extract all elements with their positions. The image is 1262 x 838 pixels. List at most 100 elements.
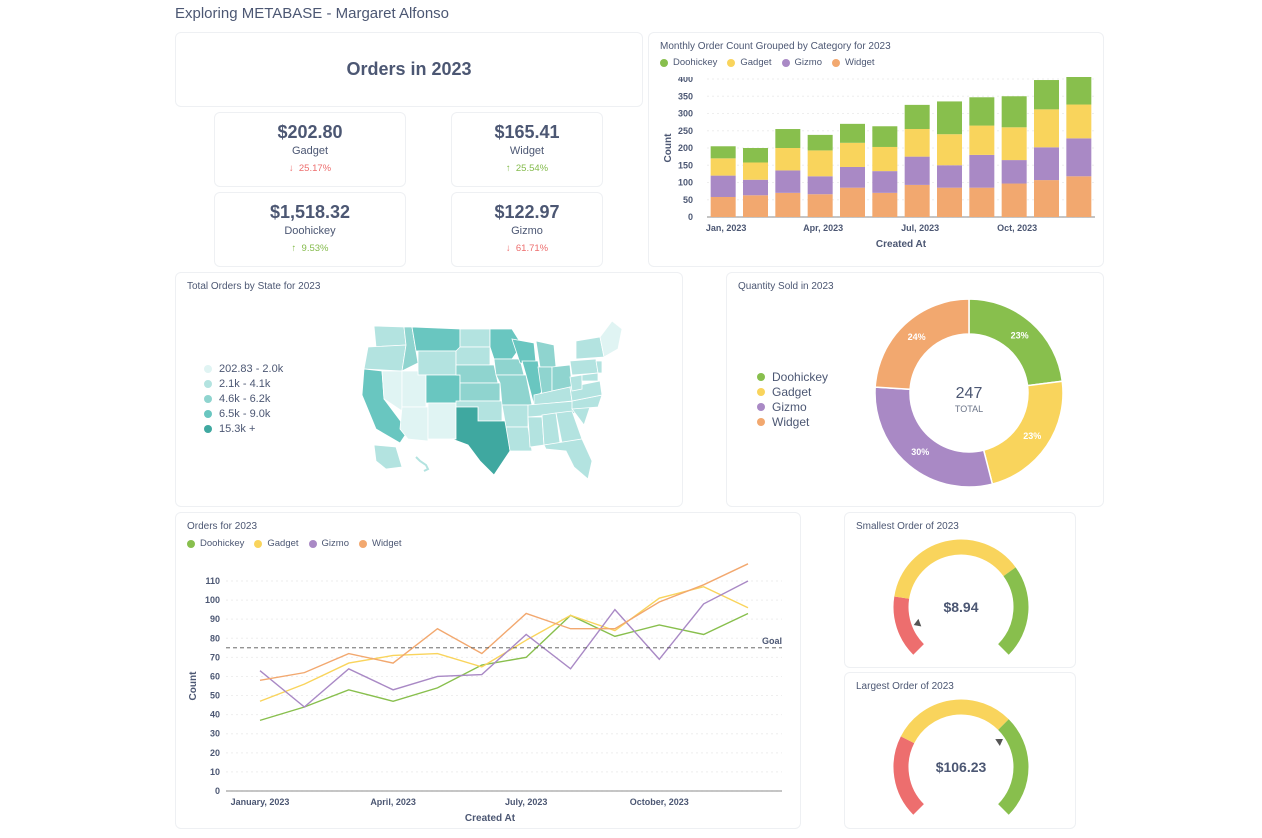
stat-label: Doohickey xyxy=(284,225,336,237)
legend-item[interactable]: Gizmo xyxy=(781,57,822,68)
y-tick-label: 150 xyxy=(678,160,693,170)
line-series xyxy=(259,612,749,722)
line-series xyxy=(259,580,749,708)
gauge-title: Smallest Order of 2023 xyxy=(856,521,959,532)
state-ks xyxy=(459,382,501,402)
y-tick-label: 110 xyxy=(205,576,220,586)
donut-slice xyxy=(874,298,970,391)
orders-header-card: Orders in 2023 xyxy=(175,32,643,107)
x-axis-label: Created At xyxy=(876,239,927,250)
legend-item[interactable]: Gadget xyxy=(727,57,772,68)
bar-segment xyxy=(937,187,962,217)
bar-segment xyxy=(710,196,736,217)
legend-item[interactable]: Gizmo xyxy=(757,399,828,414)
legend-dot xyxy=(660,58,668,67)
gauge-pointer xyxy=(911,616,923,628)
legend-dot xyxy=(757,372,765,381)
bar-segment xyxy=(904,104,930,130)
bar-chart-card[interactable]: Monthly Order Count Grouped by Category … xyxy=(648,32,1104,267)
x-tick-label: January, 2023 xyxy=(231,797,290,807)
legend-item[interactable]: Doohickey xyxy=(187,538,244,549)
bar-segment xyxy=(775,129,801,148)
y-tick-label: 0 xyxy=(688,212,693,222)
legend-item[interactable]: Widget xyxy=(831,57,875,68)
state-sd xyxy=(455,346,491,366)
gauge-title: Largest Order of 2023 xyxy=(856,681,954,692)
legend-item[interactable]: Doohickey xyxy=(660,57,717,68)
state-nm xyxy=(427,402,457,440)
y-tick-label: 50 xyxy=(210,691,220,701)
stat-card-doohickey[interactable]: $1,518.32 Doohickey ↑ 9.53% xyxy=(214,192,406,267)
stat-card-gadget[interactable]: $202.80 Gadget ↓ 25.17% xyxy=(214,112,406,187)
line-series xyxy=(259,585,749,702)
legend-item[interactable]: Gizmo xyxy=(308,538,349,549)
x-tick-label: Apr, 2023 xyxy=(803,223,843,233)
bar-segment xyxy=(775,192,801,217)
state-wv xyxy=(569,374,583,392)
gauge-segment xyxy=(997,567,1029,655)
gauge-segment xyxy=(997,719,1029,815)
gauge-value: $8.94 xyxy=(943,599,978,615)
map-legend-item: 6.5k - 9.0k xyxy=(204,406,283,421)
bar-segment xyxy=(1066,77,1092,105)
legend-dot xyxy=(781,58,790,67)
y-tick-label: 10 xyxy=(210,767,220,777)
y-axis-label: Count xyxy=(188,671,199,701)
bar-chart-legend: Doohickey Gadget Gizmo Widget xyxy=(660,57,875,68)
bar-segment xyxy=(1066,176,1092,217)
bar-segment xyxy=(937,101,962,135)
map-card[interactable]: Total Orders by State for 2023 202.83 - … xyxy=(175,272,683,507)
gauge-chart: $106.23 xyxy=(893,699,1029,815)
stat-change: ↑ 9.53% xyxy=(291,243,329,254)
bar-segment xyxy=(840,166,865,188)
legend-item[interactable]: Widget xyxy=(757,414,828,429)
legend-item[interactable]: Widget xyxy=(358,538,402,549)
gauge-segment xyxy=(893,736,925,815)
y-tick-label: 40 xyxy=(210,710,220,720)
bar-segment xyxy=(904,184,930,217)
bar-chart: 0 50 100 150 200 250 300 350 400 Jan, 2023 Apr, 20… xyxy=(663,77,1095,250)
legend-dot xyxy=(254,539,263,548)
state-ms xyxy=(527,416,545,448)
line-chart: 0 10 20 30 40 50 60 70 80 90 100 110 Goal January, 20… xyxy=(188,563,782,824)
donut-chart: 23% 23% 30% 24% 247 TOTAL xyxy=(874,298,1064,488)
legend-item[interactable]: Gadget xyxy=(254,538,299,549)
us-states-map[interactable] xyxy=(356,311,626,481)
state-or xyxy=(363,344,407,372)
stat-change: ↓ 25.17% xyxy=(288,163,332,174)
gauge-segment xyxy=(894,539,1016,600)
legend-dot xyxy=(204,394,212,403)
stat-card-widget[interactable]: $165.41 Widget ↑ 25.54% xyxy=(451,112,603,187)
bar-segment xyxy=(1034,180,1059,217)
bar-segment xyxy=(1001,96,1027,128)
gauge-card-largest[interactable]: Largest Order of 2023 $106.23 xyxy=(844,672,1076,829)
gauge-pointer xyxy=(993,737,1005,748)
legend-dot xyxy=(187,539,195,548)
legend-item[interactable]: Doohickey xyxy=(757,369,828,384)
map-legend-item: 202.83 - 2.0k xyxy=(204,361,283,376)
stat-label: Gadget xyxy=(291,145,329,157)
legend-dot xyxy=(308,539,317,548)
y-tick-label: 100 xyxy=(678,178,693,188)
state-co xyxy=(425,374,461,404)
bar-segment xyxy=(710,146,736,159)
legend-item[interactable]: Gadget xyxy=(757,384,828,399)
state-ar xyxy=(501,404,529,428)
donut-card[interactable]: Quantity Sold in 2023 Doohickey Gadget G… xyxy=(726,272,1104,507)
bar-segment xyxy=(969,97,995,126)
state-mo xyxy=(495,374,533,406)
stat-value: $1,518.32 xyxy=(269,202,351,222)
line-chart-card[interactable]: Orders for 2023 Doohickey Gadget Gizmo W… xyxy=(175,512,801,829)
donut-title: Quantity Sold in 2023 xyxy=(738,281,834,292)
slice-label: 23% xyxy=(1023,431,1041,441)
bar-segment xyxy=(1034,109,1059,148)
stat-card-gizmo[interactable]: $122.97 Gizmo ↓ 61.71% xyxy=(451,192,603,267)
bar-segment xyxy=(872,126,898,147)
bar-segment xyxy=(1001,183,1027,217)
y-tick-label: 30 xyxy=(210,729,220,739)
x-tick-label: Jan, 2023 xyxy=(706,223,747,233)
slice-label: 24% xyxy=(908,332,926,342)
legend-dot xyxy=(358,539,367,548)
gauge-card-smallest[interactable]: Smallest Order of 2023 $8.94 xyxy=(844,512,1076,668)
y-tick-label: 90 xyxy=(210,614,220,624)
